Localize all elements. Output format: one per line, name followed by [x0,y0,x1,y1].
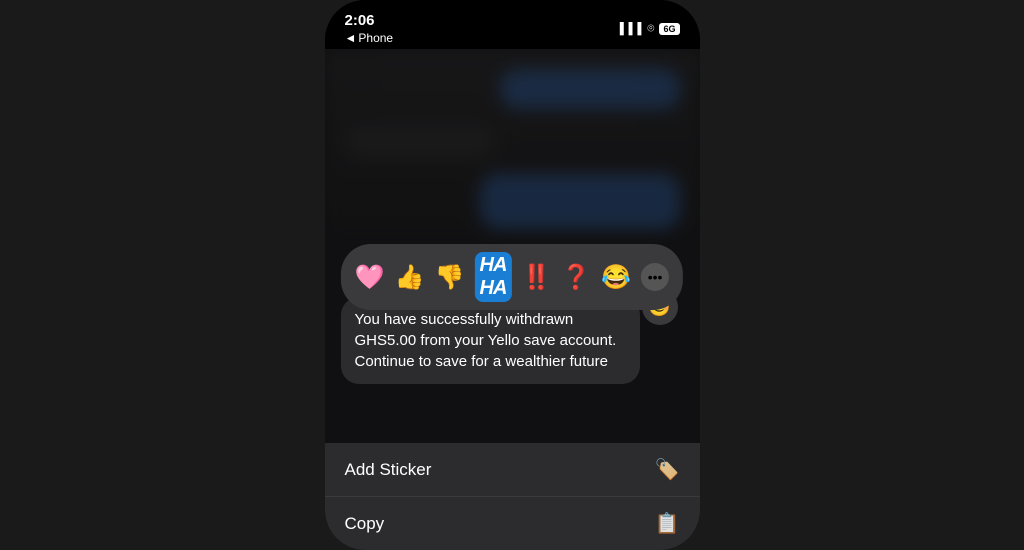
reaction-exclamation[interactable]: ‼️ [521,263,551,292]
signal-icon: ▐▐▐ [616,23,642,35]
chat-background: 🩷 👍 👎 HAHA ‼️ ❓ 😂 ••• You have successfu… [325,49,700,550]
reaction-bar: 🩷 👍 👎 HAHA ‼️ ❓ 😂 ••• [341,244,683,310]
reaction-haha[interactable]: HAHA [475,252,512,302]
back-label: Phone [358,31,393,45]
back-chevron-icon: ◄ [345,31,357,45]
message-bubble: You have successfully withdrawn GHS5.00 … [341,297,640,384]
status-bar: 2:06 ◄ Phone ▐▐▐ ⌾ 6G [325,0,700,49]
context-menu: Add Sticker 🏷️ Copy 📋 [325,443,700,550]
wifi-icon: ⌾ [647,21,654,36]
status-right: ▐▐▐ ⌾ 6G [616,21,680,36]
reaction-thumbs-up[interactable]: 👍 [395,263,425,292]
sticker-icon: 🏷️ [655,457,680,482]
phone-frame: 2:06 ◄ Phone ▐▐▐ ⌾ 6G 🩷 👍 👎 HAHA ‼️ [325,0,700,550]
back-nav[interactable]: ◄ Phone [345,31,394,45]
reaction-laugh[interactable]: 😂 [601,263,631,292]
reaction-more[interactable]: ••• [641,263,669,291]
reaction-thumbs-down[interactable]: 👎 [435,263,465,292]
copy-icon: 📋 [655,511,680,536]
battery-badge: 6G [659,23,679,35]
copy-label: Copy [345,514,385,534]
message-text: You have successfully withdrawn GHS5.00 … [355,309,626,372]
add-sticker-label: Add Sticker [345,460,432,480]
add-sticker-button[interactable]: Add Sticker 🏷️ [325,443,700,497]
reaction-question[interactable]: ❓ [561,263,591,292]
copy-button[interactable]: Copy 📋 [325,497,700,550]
status-left: 2:06 ◄ Phone [345,12,394,45]
reaction-heart[interactable]: 🩷 [355,263,385,292]
status-time: 2:06 [345,12,375,30]
